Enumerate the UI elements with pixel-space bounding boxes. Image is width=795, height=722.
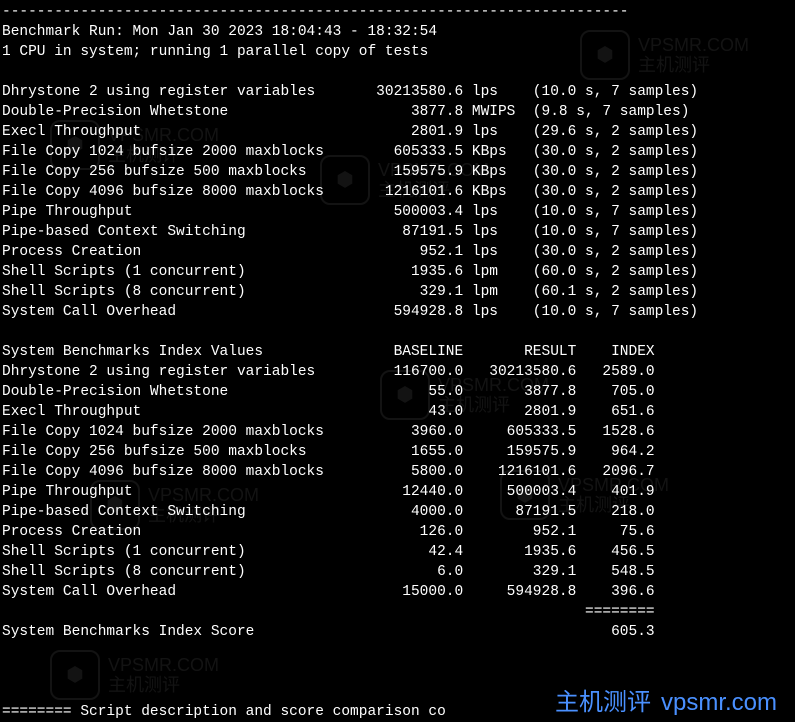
footer-brand-cn: 主机测评 — [555, 693, 651, 713]
footer-brand: 主机测评 vpsmr.com — [555, 693, 777, 713]
terminal-output: ----------------------------------------… — [2, 2, 793, 722]
footer-brand-url: vpsmr.com — [661, 693, 777, 713]
